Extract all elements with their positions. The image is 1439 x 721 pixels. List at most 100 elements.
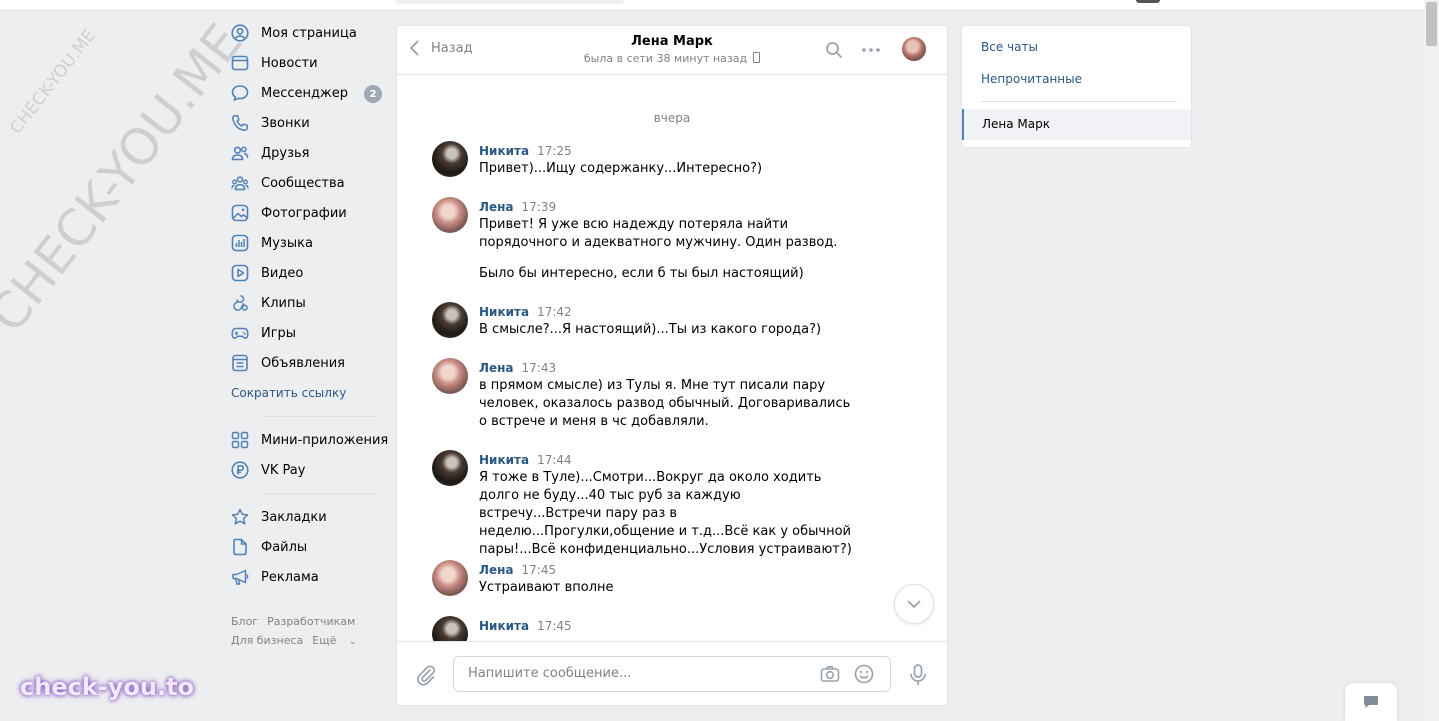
- nav-item-label: VK Pay: [261, 462, 306, 478]
- message-list[interactable]: вчера Никита 17:25 Привет)...Ищу содержанк…: [397, 75, 947, 641]
- message-time: 17:45: [537, 619, 572, 633]
- paperclip-icon[interactable]: [415, 664, 437, 686]
- message[interactable]: Лена 17:39 Привет! Я уже всю надежду потер…: [432, 197, 862, 283]
- more-icon[interactable]: [861, 41, 881, 59]
- nav-item-file[interactable]: Файлы: [224, 532, 384, 562]
- nav-item-label: Видео: [261, 265, 304, 281]
- nav-item-grid[interactable]: Мини-приложения: [224, 425, 388, 455]
- footer-developers-link[interactable]: Разработчикам: [267, 615, 355, 628]
- megaphone-icon: [231, 568, 249, 586]
- message-avatar[interactable]: [432, 197, 468, 233]
- message-author[interactable]: Лена: [479, 200, 514, 214]
- message[interactable]: Лена 17:45 Устраивают вполне: [432, 560, 862, 597]
- camera-icon[interactable]: [820, 665, 840, 683]
- friends-icon: [231, 144, 249, 162]
- smile-icon[interactable]: [854, 664, 874, 684]
- day-separator: вчера: [653, 111, 691, 125]
- message-avatar[interactable]: [432, 560, 468, 596]
- nav-item-label: Звонки: [261, 115, 310, 131]
- video-icon: [231, 264, 249, 282]
- footer-more-link[interactable]: Ещё ⌄: [312, 634, 365, 647]
- nav-item-user-circle[interactable]: Моя страница: [224, 18, 384, 48]
- nav-item-clips[interactable]: Клипы: [224, 288, 384, 318]
- scroll-down-button[interactable]: [894, 584, 934, 624]
- message-avatar[interactable]: [432, 141, 468, 177]
- nav-item-classifieds[interactable]: Объявления: [224, 348, 384, 378]
- filter-active-chat[interactable]: Лена Марк: [962, 109, 1191, 140]
- composer: [397, 641, 947, 705]
- nav-item-phone[interactable]: Звонки: [224, 108, 384, 138]
- footer-business-link[interactable]: Для бизнеса: [231, 634, 303, 647]
- message-avatar[interactable]: [432, 450, 468, 486]
- nav-item-label: Реклама: [261, 569, 319, 585]
- nav-item-news[interactable]: Новости: [224, 48, 384, 78]
- nav-item-photo[interactable]: Фотографии: [224, 198, 384, 228]
- message-avatar[interactable]: [432, 302, 468, 338]
- chat-status-text: была в сети 38 минут назад: [583, 52, 748, 65]
- mobile-icon: [753, 52, 761, 63]
- message-author[interactable]: Никита: [479, 305, 529, 319]
- unread-badge: 2: [364, 85, 382, 103]
- message-meta: Никита 17:44: [479, 451, 862, 469]
- music-icon: [231, 234, 249, 252]
- nav-item-music[interactable]: Музыка: [224, 228, 384, 258]
- scrollbar-thumb[interactable]: [1426, 2, 1437, 46]
- nav-separator: [261, 416, 378, 417]
- ruble-icon: [231, 461, 249, 479]
- message-input-box[interactable]: [453, 656, 891, 692]
- message-text: Было бы интересно, если б ты был настоящ…: [479, 266, 804, 281]
- message-time: 17:25: [537, 144, 572, 158]
- message[interactable]: Лена 17:43 в прямом смысле) из Тулы я. Мне…: [432, 358, 862, 431]
- nav-item-ruble[interactable]: VK Pay: [224, 455, 384, 485]
- groups-icon: [231, 174, 249, 192]
- message-author[interactable]: Никита: [479, 619, 529, 633]
- header-search-stub[interactable]: [396, 0, 624, 4]
- grid-icon: [231, 431, 249, 449]
- floating-chat-button[interactable]: [1345, 683, 1397, 721]
- classifieds-icon: [231, 354, 249, 372]
- file-icon: [231, 538, 249, 556]
- search-icon[interactable]: [825, 41, 843, 59]
- shorten-link[interactable]: Сократить ссылку: [224, 378, 384, 408]
- filter-unread[interactable]: Непрочитанные: [981, 72, 1082, 86]
- message-author[interactable]: Никита: [479, 453, 529, 467]
- nav-item-groups[interactable]: Сообщества: [224, 168, 384, 198]
- nav-item-megaphone[interactable]: Реклама: [224, 562, 384, 592]
- message-avatar[interactable]: [432, 616, 468, 641]
- microphone-icon[interactable]: [909, 664, 927, 686]
- message-avatar[interactable]: [432, 358, 468, 394]
- message[interactable]: Никита 17:42 В смысле?...Я настоящий)...Ты…: [432, 302, 862, 339]
- nav-item-label: Файлы: [261, 539, 308, 555]
- news-icon: [231, 54, 249, 72]
- footer-blog-link[interactable]: Блог: [231, 615, 258, 628]
- header-avatar[interactable]: [1136, 0, 1160, 3]
- message-text: Я тоже в Туле)...Смотри...Вокруг да окол…: [479, 470, 852, 557]
- nav-item-label: Музыка: [261, 235, 313, 251]
- watermark-large: CHECK-YOU.ME: [0, 13, 254, 343]
- message-author[interactable]: Никита: [479, 144, 529, 158]
- nav-item-label: Фотографии: [261, 205, 347, 221]
- filter-all-chats[interactable]: Все чаты: [981, 40, 1038, 54]
- nav-item-friends[interactable]: Друзья: [224, 138, 384, 168]
- nav-item-star[interactable]: Закладки: [224, 502, 384, 532]
- nav-item-gamepad[interactable]: Игры: [224, 318, 384, 348]
- message[interactable]: Никита 17:45: [432, 616, 862, 641]
- nav-item-chat-bubble[interactable]: Мессенджер 2: [224, 78, 384, 108]
- message-author[interactable]: Лена: [479, 563, 514, 577]
- message-meta: Лена 17:39: [479, 198, 862, 216]
- message-input[interactable]: [466, 665, 810, 682]
- message[interactable]: Никита 17:25 Привет)...Ищу содержанку...Ин…: [432, 141, 862, 178]
- top-bar: [0, 0, 1424, 11]
- message-time: 17:42: [537, 305, 572, 319]
- message-author[interactable]: Лена: [479, 361, 514, 375]
- page-scrollbar[interactable]: [1424, 0, 1439, 721]
- chevron-down-icon: [907, 600, 921, 609]
- nav-item-video[interactable]: Видео: [224, 258, 384, 288]
- nav-item-label: Новости: [261, 55, 318, 71]
- clips-icon: [231, 294, 249, 312]
- watermark-small: CHECK-YOU.ME: [6, 25, 101, 139]
- message[interactable]: Никита 17:44 Я тоже в Туле)...Смотри...Вок…: [432, 450, 862, 559]
- star-icon: [231, 508, 249, 526]
- chat-avatar[interactable]: [902, 37, 926, 61]
- watermark-brand: check-you.to: [20, 673, 195, 701]
